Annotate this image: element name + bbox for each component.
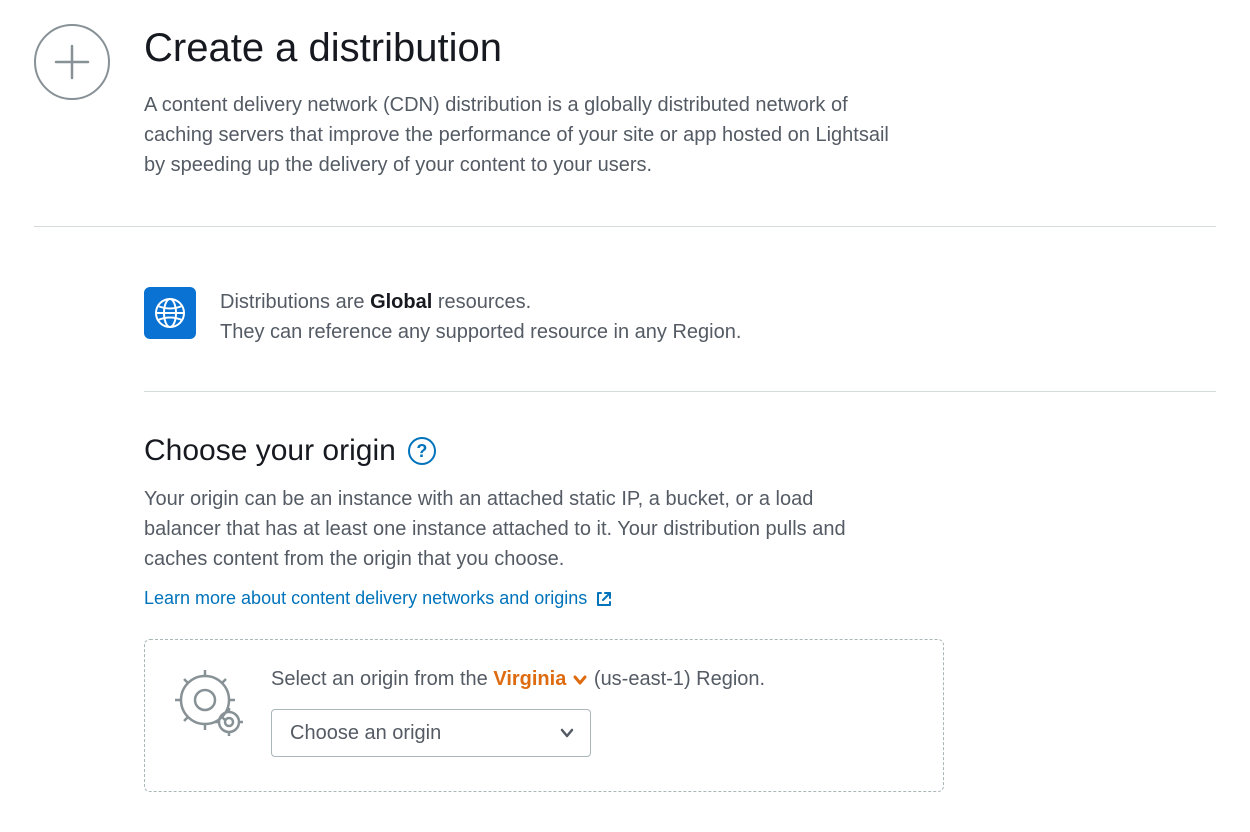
origin-heading: Choose your origin: [144, 434, 396, 468]
global-info-text: Distributions are Global resources. They…: [220, 287, 741, 347]
external-link-icon: [595, 590, 613, 608]
region-code-suffix: ) Region.: [684, 668, 765, 690]
origin-select[interactable]: Choose an origin: [271, 709, 591, 757]
divider: [144, 391, 1216, 392]
region-selector[interactable]: Virginia: [493, 668, 588, 691]
learn-more-label: Learn more about content delivery networ…: [144, 588, 587, 609]
region-label: Virginia: [493, 668, 566, 691]
origin-card: Select an origin from the Virginia (us-e…: [144, 639, 944, 792]
global-info-row: Distributions are Global resources. They…: [144, 227, 1216, 391]
page-lead: A content delivery network (CDN) distrib…: [144, 90, 904, 180]
region-code-prefix: (: [588, 668, 600, 690]
origin-body: Your origin can be an instance with an a…: [144, 484, 894, 574]
learn-more-link[interactable]: Learn more about content delivery networ…: [144, 588, 613, 609]
origin-heading-row: Choose your origin ?: [144, 434, 1216, 468]
origin-select-placeholder: Choose an origin: [290, 722, 441, 745]
origin-select-prefix: Select an origin from the: [271, 668, 493, 690]
chevron-down-icon: [572, 672, 588, 688]
global-bold: Global: [370, 291, 432, 313]
gears-icon: [175, 668, 245, 738]
plus-icon: [34, 24, 110, 100]
region-code: us-east-1: [601, 668, 684, 690]
chevron-down-icon: [558, 724, 576, 742]
help-icon[interactable]: ?: [408, 437, 436, 465]
page-header: Create a distribution A content delivery…: [34, 20, 1216, 180]
create-distribution-page: Create a distribution A content delivery…: [0, 0, 1250, 832]
page-title: Create a distribution: [144, 24, 904, 72]
global-suffix: resources.: [432, 291, 531, 313]
global-prefix: Distributions are: [220, 291, 370, 313]
global-line2: They can reference any supported resourc…: [220, 317, 741, 347]
origin-select-line: Select an origin from the Virginia (us-e…: [271, 668, 913, 691]
globe-icon: [144, 287, 196, 339]
